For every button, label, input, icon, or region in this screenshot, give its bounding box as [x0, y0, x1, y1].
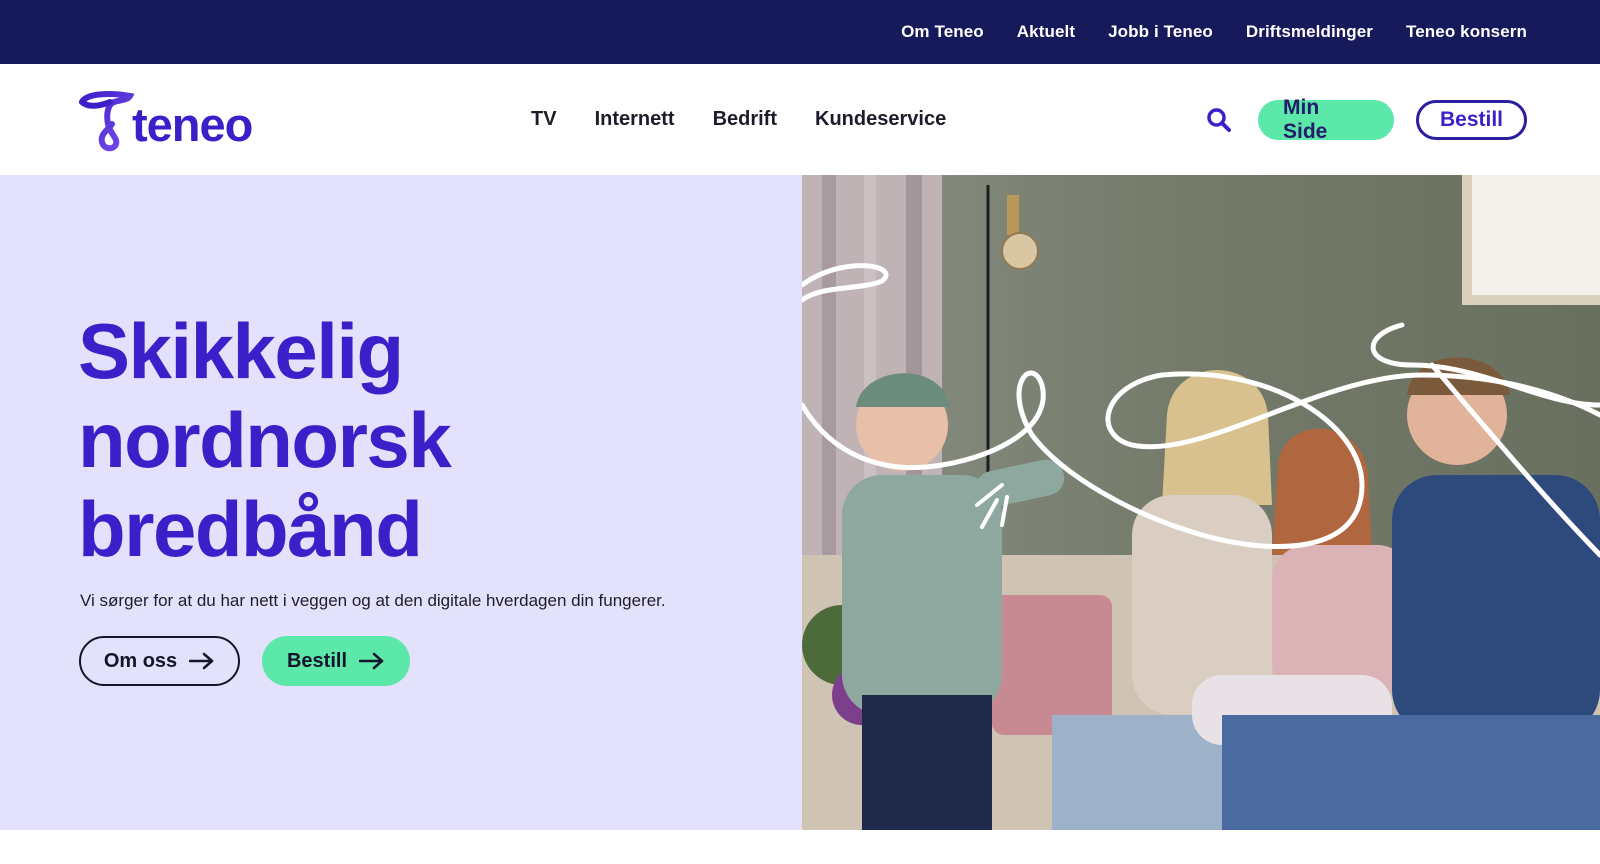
- teneo-logo[interactable]: teneo: [78, 90, 253, 152]
- main-nav: TV Internett Bedrift Kundeservice: [531, 64, 946, 175]
- utility-link-jobb[interactable]: Jobb i Teneo: [1108, 22, 1213, 42]
- header-actions: Min Side Bestill: [1204, 64, 1527, 175]
- hero-title: Skikkelig nordnorsk bredbånd: [78, 307, 452, 574]
- header-bestill-button[interactable]: Bestill: [1416, 99, 1527, 140]
- utility-link-driftsmeldinger[interactable]: Driftsmeldinger: [1246, 22, 1373, 42]
- utility-nav: Om Teneo Aktuelt Jobb i Teneo Driftsmeld…: [901, 0, 1527, 64]
- top-utility-bar: Om Teneo Aktuelt Jobb i Teneo Driftsmeld…: [0, 0, 1600, 64]
- utility-link-konsern[interactable]: Teneo konsern: [1406, 22, 1527, 42]
- utility-link-om-teneo[interactable]: Om Teneo: [901, 22, 984, 42]
- nav-item-internett[interactable]: Internett: [595, 108, 675, 131]
- hero-bestill-label: Bestill: [286, 649, 348, 672]
- page-bottom-area: [0, 830, 1600, 864]
- nav-item-tv[interactable]: TV: [531, 108, 557, 131]
- arrow-right-icon: [189, 652, 214, 670]
- hero-section: Skikkelig nordnorsk bredbånd Vi sørger f…: [0, 175, 1600, 830]
- hero-description: Vi sørger for at du har nett i veggen og…: [80, 591, 666, 610]
- utility-link-aktuelt[interactable]: Aktuelt: [1017, 22, 1075, 42]
- hero-title-line: nordnorsk: [78, 396, 452, 484]
- min-side-button[interactable]: Min Side: [1258, 96, 1394, 143]
- hero-title-line: Skikkelig: [78, 307, 404, 395]
- hero-bestill-button[interactable]: Bestill: [262, 636, 410, 686]
- arrow-right-icon: [359, 652, 384, 670]
- hero-buttons: Om oss Bestill: [79, 636, 410, 686]
- hero-text-panel: Skikkelig nordnorsk bredbånd Vi sørger f…: [0, 175, 802, 830]
- search-button[interactable]: [1204, 105, 1234, 135]
- search-icon: [1207, 107, 1231, 132]
- logo-wordmark: teneo: [132, 98, 253, 151]
- om-oss-button[interactable]: Om oss: [79, 636, 240, 686]
- teneo-logo-mark-icon: [79, 91, 135, 152]
- hero-title-line: bredbånd: [78, 485, 423, 573]
- om-oss-label: Om oss: [103, 649, 178, 672]
- family-watching-tv-photo: [802, 175, 1600, 830]
- nav-item-kundeservice[interactable]: Kundeservice: [815, 108, 946, 131]
- main-header: teneo TV Internett Bedrift Kundeservice …: [0, 64, 1600, 175]
- hero-photo-illustration: [802, 175, 1600, 830]
- nav-item-bedrift[interactable]: Bedrift: [713, 108, 777, 131]
